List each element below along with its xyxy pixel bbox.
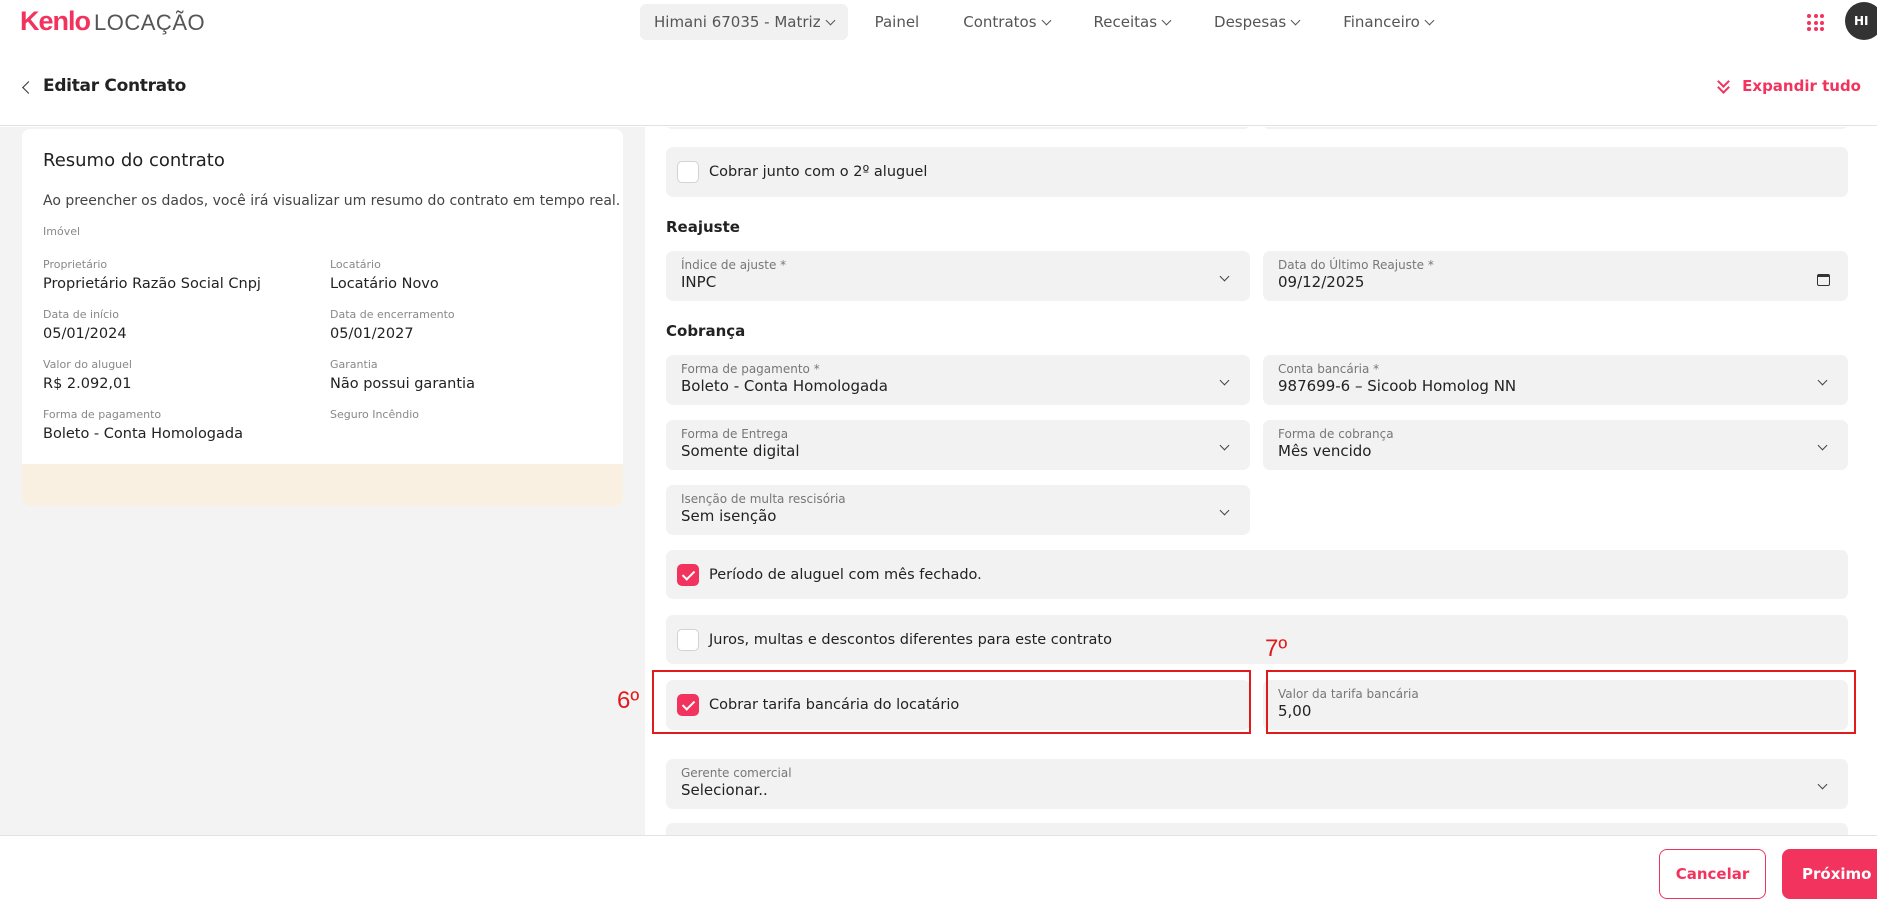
main-content: Resumo do contrato Ao preencher os dados… [0,127,1877,835]
nav-label: Financeiro [1343,13,1420,31]
tenant-label: Locatário [330,258,381,271]
start-date-label: Data de início [43,308,119,321]
insurance-label: Seguro Incêndio [330,408,419,421]
charge-type-select[interactable]: Forma de cobrança Mês vencido [1263,420,1848,470]
field-value: 09/12/2025 [1278,273,1365,291]
annotation-box-7 [1266,670,1856,734]
field-value: INPC [681,273,717,291]
guarantee-value: Não possui garantia [330,376,475,392]
checkbox-label: Período de aluguel com mês fechado. [709,566,982,583]
delivery-method-select[interactable]: Forma de Entrega Somente digital [666,420,1250,470]
page-header: Editar Contrato Expandir tudo [0,44,1877,126]
field-label: Conta bancária * [1278,362,1380,376]
main-nav: Himani 67035 - Matriz Painel Contratos R… [640,4,1450,40]
checkbox-checked[interactable] [677,563,699,586]
payment-method-select[interactable]: Forma de pagamento * Boleto - Conta Homo… [666,355,1250,405]
field-label: Forma de cobrança [1278,427,1394,441]
termination-fine-exemption-select[interactable]: Isenção de multa rescisória Sem isenção [666,485,1250,535]
user-avatar[interactable]: HI [1845,2,1877,40]
rent-label: Valor do aluguel [43,358,132,371]
calendar-icon[interactable] [1817,274,1830,286]
field-value: 987699-6 – Sicoob Homolog NN [1278,377,1517,395]
charge-with-2nd-rent-checkbox[interactable]: Cobrar junto com o 2º aluguel [666,147,1848,197]
checkbox-unchecked[interactable] [677,628,699,651]
apps-grid-icon[interactable] [1807,14,1824,31]
scrolled-field [666,127,1250,129]
next-button[interactable]: Próximo [1782,849,1877,899]
nav-label: Painel [874,13,920,31]
rent-value: R$ 2.092,01 [43,376,132,392]
owner-value: Proprietário Razão Social Cnpj [43,276,261,292]
logo-brand: Kenlo [20,6,91,36]
field-label: Índice de ajuste * [681,258,787,272]
nav-painel[interactable]: Painel [858,4,937,40]
kenlo-logo[interactable]: Kenlo LOCAÇÃO [20,6,205,38]
closed-month-checkbox[interactable]: Período de aluguel com mês fechado. [666,550,1848,599]
property-label: Imóvel [43,225,81,238]
billing-section-title: Cobrança [666,322,746,340]
annotation-box-6 [652,670,1251,734]
field-label: Forma de pagamento * [681,362,820,376]
nav-despesas[interactable]: Despesas [1197,4,1316,40]
field-value: Mês vencido [1278,442,1372,460]
nav-label: Contratos [963,13,1037,31]
owner-label: Proprietário [43,258,108,271]
tenant-value: Locatário Novo [330,276,439,292]
scrolled-field [666,823,1848,835]
chevron-down-icon [825,15,836,25]
summary-title: Resumo do contrato [43,150,225,171]
top-bar: Kenlo LOCAÇÃO Himani 67035 - Matriz Pain… [0,0,1877,44]
end-date-label: Data de encerramento [330,308,455,321]
summary-footer [22,464,623,506]
summary-description: Ao preencher os dados, você irá visualiz… [43,193,621,209]
bank-account-select[interactable]: Conta bancária * 987699-6 – Sicoob Homol… [1263,355,1848,405]
page-title: Editar Contrato [43,76,187,96]
checkbox-label: Juros, multas e descontos diferentes par… [709,631,1112,648]
adjust-index-select[interactable]: Índice de ajuste * INPC [666,251,1250,301]
avatar-initials: HI [1854,14,1869,28]
payment-value: Boleto - Conta Homologada [43,426,243,442]
double-chevron-down-icon [1716,75,1732,94]
field-label: Gerente comercial [681,766,792,780]
cancel-button[interactable]: Cancelar [1659,849,1766,899]
guarantee-label: Garantia [330,358,378,371]
field-value: Sem isenção [681,507,777,525]
field-value: Boleto - Conta Homologada [681,377,888,395]
nav-financeiro[interactable]: Financeiro [1326,4,1450,40]
chevron-down-icon [1290,15,1301,25]
field-label: Forma de Entrega [681,427,789,441]
annotation-step-7: 7º [1265,635,1288,662]
expand-all-button[interactable]: Expandir tudo [1716,75,1861,95]
field-label: Isenção de multa rescisória [681,492,846,506]
checkbox-label: Cobrar junto com o 2º aluguel [709,164,928,180]
nav-contratos[interactable]: Contratos [946,4,1066,40]
chevron-down-icon [1424,15,1435,25]
payment-label: Forma de pagamento [43,408,162,421]
field-label: Data do Último Reajuste * [1278,258,1434,272]
logo-product: LOCAÇÃO [94,10,206,35]
branch-selector[interactable]: Himani 67035 - Matriz [640,4,848,40]
checkbox-unchecked[interactable] [677,161,699,183]
readjust-section-title: Reajuste [666,218,740,236]
custom-fees-checkbox[interactable]: Juros, multas e descontos diferentes par… [666,615,1848,664]
last-readjust-date-input[interactable]: Data do Último Reajuste * 09/12/2025 [1263,251,1848,301]
annotation-step-6: 6º [617,687,640,714]
field-value: Selecionar.. [681,781,768,799]
nav-receitas[interactable]: Receitas [1077,4,1188,40]
field-value: Somente digital [681,442,800,460]
expand-all-label: Expandir tudo [1742,77,1861,95]
nav-label: Receitas [1093,13,1158,31]
commercial-manager-select[interactable]: Gerente comercial Selecionar.. [666,759,1848,809]
back-arrow-icon[interactable] [22,81,35,94]
nav-label: Despesas [1214,13,1287,31]
scrolled-field [1263,127,1848,129]
contract-summary-card: Resumo do contrato Ao preencher os dados… [22,129,623,506]
end-date-value: 05/01/2027 [330,326,414,342]
footer-bar: Cancelar Próximo [0,835,1877,908]
chevron-down-icon [1041,15,1051,25]
branch-label: Himani 67035 - Matriz [654,13,821,31]
chevron-down-icon [1161,15,1172,25]
start-date-value: 05/01/2024 [43,326,127,342]
